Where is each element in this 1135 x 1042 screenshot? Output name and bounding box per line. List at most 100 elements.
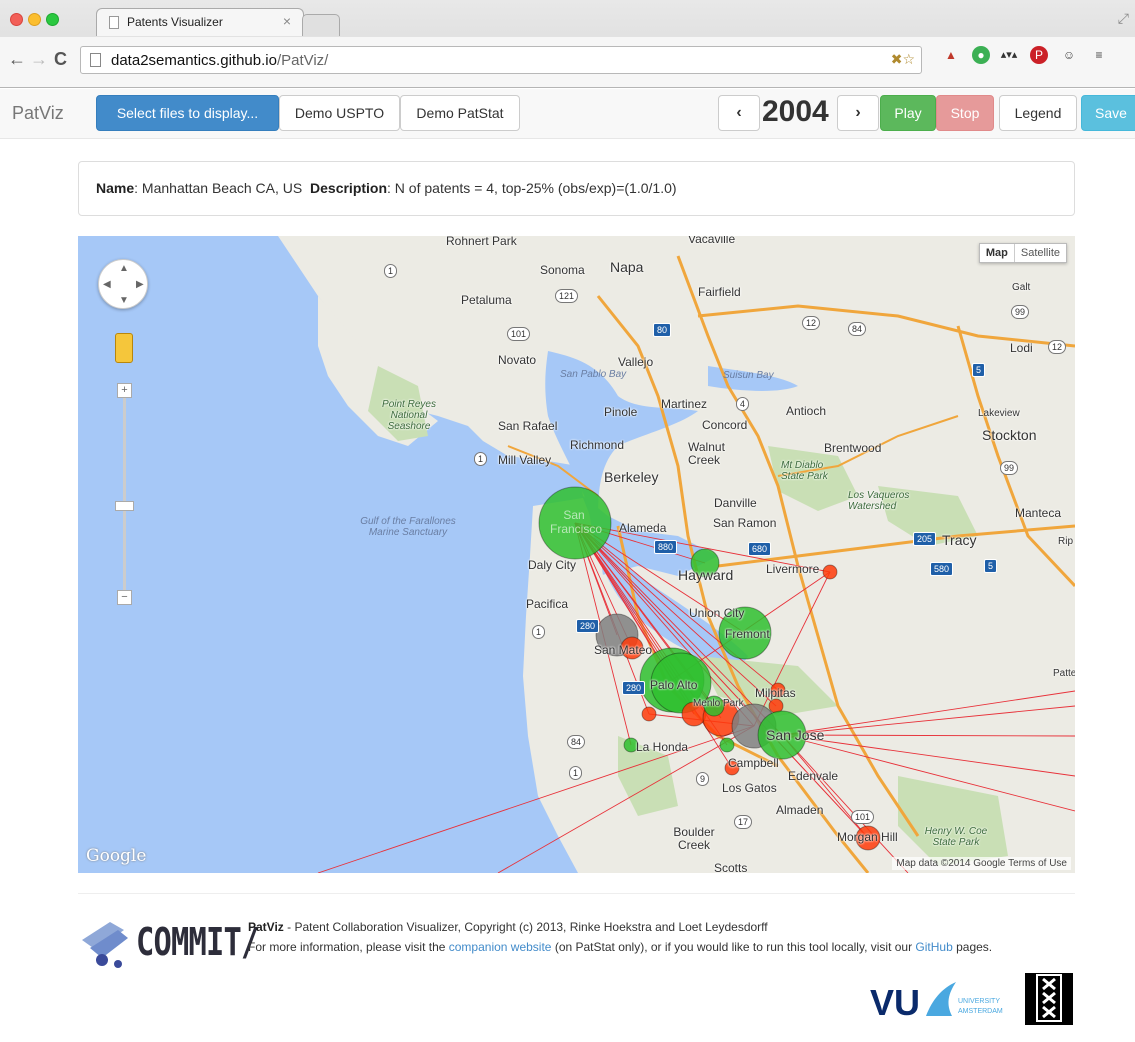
highway-shield: 680	[748, 542, 772, 556]
vu-sub1: UNIVERSITY	[958, 998, 1001, 1005]
page-icon	[109, 16, 119, 29]
place-label: Lakeview	[978, 408, 1020, 419]
stop-button[interactable]: Stop	[936, 95, 994, 131]
menu-icon[interactable]: ≡	[1090, 46, 1108, 64]
place-label: Petaluma	[461, 293, 512, 307]
window-close-button[interactable]	[10, 13, 23, 26]
extension-pinterest-icon[interactable]: P	[1030, 46, 1048, 64]
place-label: Stockton	[982, 427, 1037, 443]
map-attribution[interactable]: Map data ©2014 Google Terms of Use	[892, 857, 1071, 870]
place-label: Hayward	[678, 567, 734, 583]
place-label: Point Reyes National Seashore	[382, 399, 436, 432]
highway-shield: 205	[913, 532, 937, 546]
place-label: Boulder Creek	[673, 825, 715, 852]
footer-credit: PatViz - Patent Collaboration Visualizer…	[248, 920, 768, 934]
place-label: Fairfield	[698, 285, 741, 299]
highway-shield: 99	[1000, 461, 1019, 475]
reload-button[interactable]: C	[54, 49, 67, 70]
footer-info-text-a: For more information, please visit the	[248, 940, 449, 954]
demo-uspto-button[interactable]: Demo USPTO	[279, 95, 400, 131]
companion-website-link[interactable]: companion website	[449, 940, 552, 954]
browser-toolbar: ← → C data2semantics.github.io/PatViz/ ✖…	[0, 37, 1135, 87]
brand[interactable]: PatViz	[12, 103, 64, 124]
commit-wordmark: COMMIT/	[136, 920, 259, 964]
place-label: Mt Diablo State Park	[781, 460, 828, 482]
browser-tab[interactable]: Patents Visualizer ×	[96, 8, 304, 36]
highway-shield: 1	[532, 625, 546, 639]
highway-shield: 280	[622, 681, 646, 695]
zoom-out-button[interactable]: −	[117, 590, 132, 605]
place-label: La Honda	[636, 740, 689, 754]
highway-shield: 1	[569, 766, 583, 780]
tab-close-icon[interactable]: ×	[283, 13, 291, 29]
footer-patviz: PatViz	[248, 920, 284, 934]
highway-shield: 17	[734, 815, 753, 829]
extension-evernote-icon[interactable]: ●	[972, 46, 990, 64]
highway-shield: 84	[567, 735, 586, 749]
place-label: Scotts	[714, 861, 748, 873]
pan-right-icon[interactable]: ▶	[136, 279, 144, 290]
highway-shield: 4	[736, 397, 750, 411]
demo-patstat-button[interactable]: Demo PatStat	[400, 95, 520, 131]
map-canvas[interactable]: Rohnert Park Vacaville Sonoma Napa Petal…	[78, 236, 1075, 873]
map-view-button[interactable]: Map	[980, 244, 1015, 262]
pan-down-icon[interactable]: ▼	[119, 295, 129, 306]
place-label: Walnut Creek	[688, 440, 725, 467]
footer-credit-text: - Patent Collaboration Visualizer, Copyr…	[283, 920, 768, 934]
collaboration-node[interactable]	[822, 564, 838, 580]
place-label: Tracy	[942, 532, 977, 548]
place-label: Alameda	[619, 521, 667, 535]
extension-cookie-icon[interactable]: ✖☆	[891, 51, 915, 68]
place-label: Galt	[1012, 282, 1031, 293]
fullscreen-icon[interactable]: ⤢	[1118, 10, 1129, 27]
place-label: Martinez	[661, 397, 708, 411]
extension-wave-icon[interactable]: ▴▾▴	[1000, 46, 1018, 64]
next-year-button[interactable]: ›	[837, 95, 879, 131]
footer-info-text-c: pages.	[952, 940, 993, 954]
play-button[interactable]: Play	[880, 95, 936, 131]
github-link[interactable]: GitHub	[915, 940, 952, 954]
place-label: Danville	[714, 496, 757, 510]
place-label: San Pablo Bay	[560, 369, 627, 380]
highway-shield: 121	[555, 289, 579, 303]
highway-shield: 1	[384, 264, 398, 278]
place-label: Pacifica	[526, 597, 569, 611]
pan-left-icon[interactable]: ◀	[103, 279, 111, 290]
satellite-view-button[interactable]: Satellite	[1015, 244, 1066, 262]
tab-title: Patents Visualizer	[127, 15, 223, 29]
zoom-slider-thumb[interactable]	[115, 501, 134, 511]
zoom-in-button[interactable]: +	[117, 383, 132, 398]
name-value: : Manhattan Beach CA, US	[134, 180, 303, 196]
place-label: Antioch	[786, 404, 827, 418]
place-label: Vallejo	[618, 355, 654, 369]
place-label: Palo Alto	[650, 678, 698, 692]
forward-button[interactable]: →	[30, 49, 48, 70]
highway-shield: 5	[972, 363, 986, 377]
place-label: Suisun Bay	[723, 370, 774, 381]
collaboration-node[interactable]	[719, 737, 735, 753]
new-tab-button[interactable]	[302, 14, 340, 36]
collaboration-node[interactable]	[641, 706, 657, 722]
place-label: Henry W. Coe State Park	[924, 826, 988, 848]
save-button[interactable]: Save	[1081, 95, 1135, 131]
vu-amsterdam-logo: VU UNIVERSITY AMSTERDAM	[870, 978, 1018, 1026]
pan-up-icon[interactable]: ▲	[119, 263, 129, 274]
extension-acrobat-icon[interactable]: ▲	[942, 46, 960, 64]
highway-shield: 99	[1011, 305, 1030, 319]
legend-button[interactable]: Legend	[999, 95, 1077, 131]
select-files-button[interactable]: Select files to display...	[96, 95, 279, 131]
back-button[interactable]: ←	[8, 49, 26, 70]
window-minimize-button[interactable]	[28, 13, 41, 26]
highway-shield: 84	[848, 322, 867, 336]
window-maximize-button[interactable]	[46, 13, 59, 26]
footer-divider	[78, 893, 1075, 894]
pan-control[interactable]: ▲ ▼ ◀ ▶	[98, 259, 148, 309]
street-view-pegman-icon[interactable]	[115, 333, 133, 363]
google-logo: Google	[86, 846, 147, 866]
place-label: Novato	[498, 353, 537, 367]
address-bar[interactable]: data2semantics.github.io/PatViz/ ✖☆	[80, 46, 922, 74]
uva-logo	[1025, 973, 1073, 1025]
zoom-slider-track[interactable]	[123, 383, 126, 603]
previous-year-button[interactable]: ‹	[718, 95, 760, 131]
extension-user-icon[interactable]: ☺	[1060, 46, 1078, 64]
